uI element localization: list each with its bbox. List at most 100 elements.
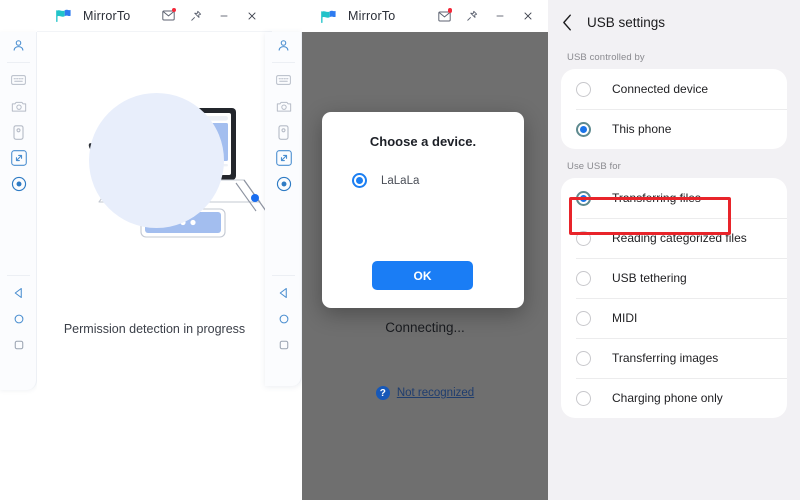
sidebar-item-recents-nav[interactable] bbox=[0, 332, 37, 358]
record-icon bbox=[276, 176, 291, 192]
window1-title: MirrorTo bbox=[83, 8, 131, 23]
sidebar2-item-profile[interactable] bbox=[265, 32, 302, 58]
radio-unselected[interactable] bbox=[576, 350, 591, 366]
radio-unselected[interactable] bbox=[576, 390, 591, 406]
usb-controlled-by-card: Connected device This phone bbox=[561, 69, 787, 149]
sidebar-item-profile[interactable] bbox=[0, 32, 37, 58]
mirrorto-window-back: MirrorTo Permission detection in progres… bbox=[0, 0, 272, 500]
minimize-icon bbox=[220, 15, 228, 16]
permission-illustration bbox=[37, 50, 272, 300]
minimize-icon bbox=[496, 15, 504, 17]
sidebar2-item-recents-nav[interactable] bbox=[265, 332, 302, 358]
connecting-status-text: Connecting... bbox=[385, 320, 465, 335]
sidebar2-divider-2 bbox=[271, 275, 295, 276]
not-recognized-label: Not recognized bbox=[396, 387, 475, 399]
home-nav-icon bbox=[14, 314, 23, 324]
choose-device-dialog: Choose a device. LaLaLa OK bbox=[322, 112, 524, 308]
minimize-button[interactable] bbox=[486, 2, 514, 30]
mirrorto-flag-logo-icon bbox=[321, 10, 336, 23]
pin-button[interactable] bbox=[458, 2, 486, 30]
sidebar2-item-back-nav[interactable] bbox=[265, 280, 302, 306]
option-label: Reading categorized files bbox=[612, 231, 747, 245]
sidebar-item-keyboard[interactable] bbox=[0, 67, 37, 93]
back-nav-icon bbox=[279, 287, 287, 299]
device-radio-selected[interactable] bbox=[352, 173, 367, 188]
device-name-label: LaLaLa bbox=[381, 174, 420, 187]
ok-button[interactable]: OK bbox=[372, 261, 473, 290]
close-button[interactable] bbox=[238, 2, 266, 30]
option-this-phone[interactable]: This phone bbox=[561, 109, 787, 149]
window1-titlebar: MirrorTo bbox=[37, 0, 272, 32]
sidebar-item-camera[interactable] bbox=[0, 93, 37, 119]
sidebar2-gap bbox=[265, 197, 301, 271]
radio-unselected[interactable] bbox=[576, 310, 591, 326]
pin-button[interactable] bbox=[182, 2, 210, 30]
option-label: Charging phone only bbox=[612, 391, 723, 405]
option-transferring-files[interactable]: Transferring files bbox=[561, 178, 787, 218]
usb-controlled-by-label: USB controlled by bbox=[567, 52, 645, 63]
message-button[interactable] bbox=[430, 2, 458, 30]
permission-status-text: Permission detection in progress bbox=[63, 322, 246, 336]
radio-unselected[interactable] bbox=[576, 270, 591, 286]
close-icon bbox=[524, 12, 532, 20]
sidebar2-divider bbox=[271, 62, 295, 63]
minimize-button[interactable] bbox=[210, 2, 238, 30]
option-usb-tethering[interactable]: USB tethering bbox=[561, 258, 787, 298]
sidebar-item-back-nav[interactable] bbox=[0, 280, 37, 306]
sidebar-item-record[interactable] bbox=[0, 171, 37, 197]
fullscreen-icon bbox=[275, 150, 292, 166]
device-icon bbox=[13, 124, 24, 140]
back-chevron-icon[interactable] bbox=[562, 14, 573, 31]
option-midi[interactable]: MIDI bbox=[561, 298, 787, 338]
option-label: USB tethering bbox=[612, 271, 687, 285]
question-mark-icon: ? bbox=[375, 386, 390, 400]
sidebar2-item-record[interactable] bbox=[265, 171, 302, 197]
not-recognized-link[interactable]: ? Not recognized bbox=[302, 386, 548, 400]
sidebar-item-device[interactable] bbox=[0, 119, 37, 145]
sidebar-item-fullscreen[interactable] bbox=[0, 145, 37, 171]
window2-title: MirrorTo bbox=[348, 9, 396, 23]
usb-settings-title: USB settings bbox=[587, 15, 666, 30]
window1-title-buttons bbox=[154, 2, 272, 30]
home-nav-icon bbox=[279, 314, 288, 324]
close-icon bbox=[248, 11, 256, 20]
radio-selected[interactable] bbox=[576, 121, 591, 137]
option-label: MIDI bbox=[612, 311, 638, 325]
sidebar2-item-keyboard[interactable] bbox=[265, 67, 302, 93]
camera-icon bbox=[11, 101, 26, 112]
radio-unselected[interactable] bbox=[576, 230, 591, 246]
sidebar2-item-fullscreen[interactable] bbox=[265, 145, 302, 171]
sidebar-item-home-nav[interactable] bbox=[0, 306, 37, 332]
recents-nav-icon bbox=[14, 340, 23, 350]
sidebar2-item-camera[interactable] bbox=[265, 93, 302, 119]
window2-sidebar bbox=[265, 32, 302, 386]
sidebar-divider bbox=[6, 62, 30, 63]
option-connected-device[interactable]: Connected device bbox=[561, 69, 787, 109]
option-label: Transferring images bbox=[612, 351, 719, 365]
device-option-row[interactable]: LaLaLa bbox=[352, 173, 524, 188]
option-transferring-images[interactable]: Transferring images bbox=[561, 338, 787, 378]
profile-icon bbox=[278, 39, 289, 51]
record-icon bbox=[11, 176, 26, 192]
message-badge bbox=[171, 7, 176, 12]
close-button[interactable] bbox=[514, 2, 542, 30]
window1-sidebar bbox=[0, 32, 37, 390]
radio-unselected[interactable] bbox=[576, 81, 591, 97]
dialog-title: Choose a device. bbox=[369, 134, 477, 149]
profile-icon bbox=[13, 39, 24, 51]
fullscreen-icon bbox=[10, 150, 27, 166]
option-charging-phone-only[interactable]: Charging phone only bbox=[561, 378, 787, 418]
radio-selected[interactable] bbox=[576, 190, 591, 206]
camera-icon bbox=[276, 101, 291, 112]
sidebar2-item-home-nav[interactable] bbox=[265, 306, 302, 332]
illustration-circle-bg bbox=[89, 93, 224, 228]
message-button[interactable] bbox=[154, 2, 182, 30]
sidebar2-item-device[interactable] bbox=[265, 119, 302, 145]
back-nav-icon bbox=[14, 287, 22, 299]
option-label: Transferring files bbox=[612, 191, 701, 205]
message-badge bbox=[447, 8, 452, 13]
usb-settings-panel: USB settings USB controlled by Connected… bbox=[548, 0, 800, 500]
option-reading-categorized-files[interactable]: Reading categorized files bbox=[561, 218, 787, 258]
use-usb-for-card: Transferring files Reading categorized f… bbox=[561, 178, 787, 418]
